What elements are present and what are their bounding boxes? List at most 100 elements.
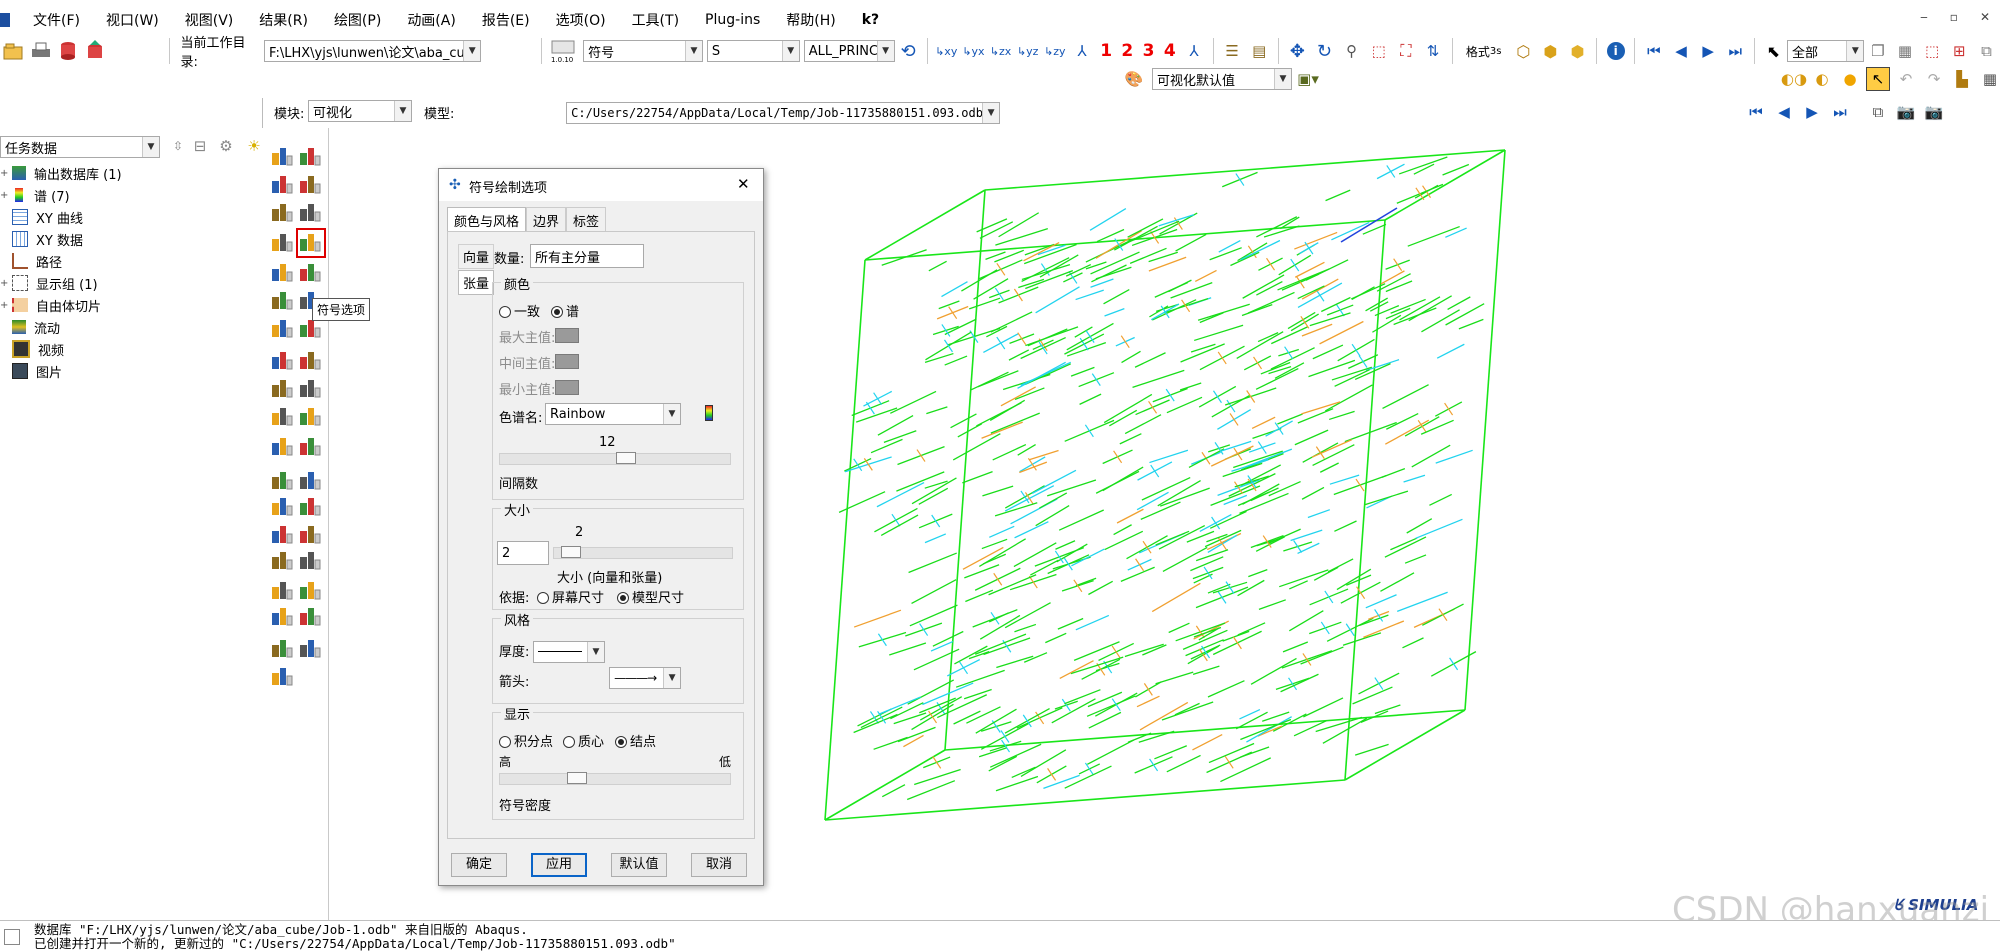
last-frame-icon[interactable]: ⏭ <box>1724 39 1747 63</box>
superimpose-icon[interactable] <box>296 228 326 258</box>
view-3-button[interactable]: 3 <box>1138 41 1159 61</box>
layers-icon[interactable]: ▦ <box>1893 39 1916 63</box>
radio-spectrum[interactable] <box>551 306 563 318</box>
view-4-button[interactable]: 4 <box>1159 41 1180 61</box>
view-xy-icon[interactable]: ↳xy <box>935 39 958 63</box>
plot-deformed-icon[interactable] <box>270 604 296 630</box>
subtab-vector[interactable]: 向量 <box>458 244 495 269</box>
plot-symbol-icon[interactable] <box>270 636 296 662</box>
menu-report[interactable]: 报告(E) <box>469 10 543 30</box>
query-tool-icon[interactable] <box>270 578 296 604</box>
restore-icon[interactable]: ▫ <box>1950 10 1958 24</box>
quantity-field[interactable]: 所有主分量 <box>530 244 644 268</box>
plot-both-icon[interactable] <box>298 200 324 226</box>
stream-options-icon[interactable] <box>298 434 324 460</box>
view-yz-icon[interactable]: ↳yz <box>1016 39 1039 63</box>
menu-viewport[interactable]: 视口(W) <box>93 10 172 30</box>
sync-options-icon[interactable]: ⟲ <box>897 39 920 63</box>
tree-filter-combo[interactable]: 任务数据 ▼ <box>0 136 160 158</box>
tree-item-path[interactable]: 路径 <box>0 250 262 272</box>
path-tool-icon[interactable] <box>270 404 296 430</box>
triad-icon[interactable]: ⅄ <box>1182 39 1205 63</box>
view-iso-icon[interactable]: ⅄ <box>1070 39 1093 63</box>
node-radio[interactable]: 结点 <box>615 731 656 750</box>
view-yx-icon[interactable]: ↳yx <box>962 39 985 63</box>
module-combo[interactable]: 可视化 ▼ <box>308 100 412 122</box>
tab-limits[interactable]: 边界 <box>526 207 567 231</box>
upload-database-icon[interactable] <box>83 39 106 63</box>
next-frame-icon[interactable]: ▶ <box>1800 100 1824 124</box>
plot-material-icon[interactable] <box>270 200 296 226</box>
tree-item-odb[interactable]: + 输出数据库 (1) <box>0 162 262 184</box>
expand-icon[interactable]: + <box>0 300 8 311</box>
allow-multiple-icon[interactable] <box>270 260 296 286</box>
variable-combo[interactable]: S ▼ <box>706 40 800 62</box>
spectrum-levels-icon[interactable]: ▤ <box>1248 39 1271 63</box>
spectrum-icon[interactable] <box>705 405 713 421</box>
menu-result[interactable]: 结果(R) <box>246 10 321 30</box>
selection-filter-combo[interactable]: 全部 ▼ <box>1786 40 1865 62</box>
first-frame-icon[interactable]: ⏮ <box>1642 39 1665 63</box>
display-group-tool-icon[interactable] <box>270 522 296 548</box>
size-input[interactable]: 2 <box>497 541 549 565</box>
subtab-tensor[interactable]: 张量 <box>458 270 495 295</box>
xy-options-icon[interactable] <box>298 376 324 402</box>
plot-contour-icon[interactable] <box>270 172 296 198</box>
view-2-button[interactable]: 2 <box>1117 41 1138 61</box>
menu-animate[interactable]: 动画(A) <box>394 10 469 30</box>
cancel-button[interactable]: 取消 <box>691 853 747 877</box>
previous-frame-icon[interactable]: ◀ <box>1772 100 1796 124</box>
menu-tools[interactable]: 工具(T) <box>619 10 692 30</box>
intervals-slider-thumb[interactable] <box>615 452 636 464</box>
spectrum-icon[interactable]: ☰ <box>1220 39 1243 63</box>
tab-labels[interactable]: 标签 <box>566 207 607 231</box>
plot-undeformed-icon[interactable] <box>270 144 296 170</box>
tree-item-xy-data[interactable]: XY 数据 <box>0 228 262 250</box>
menu-file[interactable]: 文件(F) <box>20 10 93 30</box>
view-1-button[interactable]: 1 <box>1096 41 1117 61</box>
model-size-radio[interactable]: 模型尺寸 <box>617 587 684 606</box>
undo-icon[interactable]: ↶ <box>1894 67 1918 91</box>
cycle-views-icon[interactable]: ⇅ <box>1421 39 1444 63</box>
minimize-icon[interactable]: ‒ <box>1920 10 1928 24</box>
tool-extra-icon[interactable]: ▙ <box>1950 67 1974 91</box>
overlay-icon[interactable] <box>298 260 324 286</box>
select-cursor-icon[interactable]: ⬉ <box>1762 39 1785 63</box>
tree-item-movie[interactable]: 视频 <box>0 338 262 360</box>
select-more-icon[interactable]: ⧉ <box>1975 39 1998 63</box>
zoom-icon[interactable]: ⚲ <box>1340 39 1363 63</box>
radio-node[interactable] <box>615 736 627 748</box>
expand-icon[interactable]: + <box>0 168 8 179</box>
result-options-icon[interactable] <box>298 348 324 374</box>
tree-item-xy-curve[interactable]: XY 曲线 <box>0 206 262 228</box>
density-slider-track[interactable] <box>499 773 731 785</box>
query-info-icon[interactable]: i <box>1604 39 1627 63</box>
filter-icon[interactable]: ⚙ <box>214 134 238 158</box>
visual-defaults-combo[interactable]: 可视化默认值 ▼ <box>1152 68 1292 90</box>
free-body-tool-icon[interactable] <box>270 494 296 520</box>
radio-uniform[interactable] <box>499 306 511 318</box>
render-wireframe-icon[interactable]: ⬡ <box>1512 39 1535 63</box>
box-zoom-icon[interactable]: ⬚ <box>1367 39 1390 63</box>
stream-tool-icon[interactable] <box>270 434 296 460</box>
copy-icon[interactable]: ❐ <box>1866 39 1889 63</box>
plot-symbol-icon[interactable] <box>298 172 324 198</box>
next-frame-icon[interactable]: ▶ <box>1697 39 1720 63</box>
plot-both-icon[interactable] <box>270 664 296 690</box>
color-code-tool-icon[interactable] <box>270 548 296 574</box>
view-cut-icon[interactable] <box>270 468 296 494</box>
format-button[interactable]: 格式 3s <box>1460 39 1508 63</box>
frame-select-icon[interactable]: ⧉ <box>1866 100 1890 124</box>
collapse-icon[interactable]: ⊟ <box>188 134 212 158</box>
pan-icon[interactable]: ✥ <box>1286 39 1309 63</box>
animate-camera-icon[interactable]: 📷 <box>1894 100 1918 124</box>
view-zx-icon[interactable]: ↳zx <box>989 39 1012 63</box>
render-hidden-icon[interactable]: ⬢ <box>1539 39 1562 63</box>
display-options-icon[interactable] <box>298 522 324 548</box>
integration-point-radio[interactable]: 积分点 <box>499 731 553 750</box>
menu-view[interactable]: 视图(V) <box>172 10 247 30</box>
menu-help[interactable]: 帮助(H) <box>773 10 848 30</box>
view-zy-icon[interactable]: ↳zy <box>1043 39 1066 63</box>
radio-screen-size[interactable] <box>537 592 549 604</box>
message-scroll-icon[interactable] <box>4 929 20 945</box>
